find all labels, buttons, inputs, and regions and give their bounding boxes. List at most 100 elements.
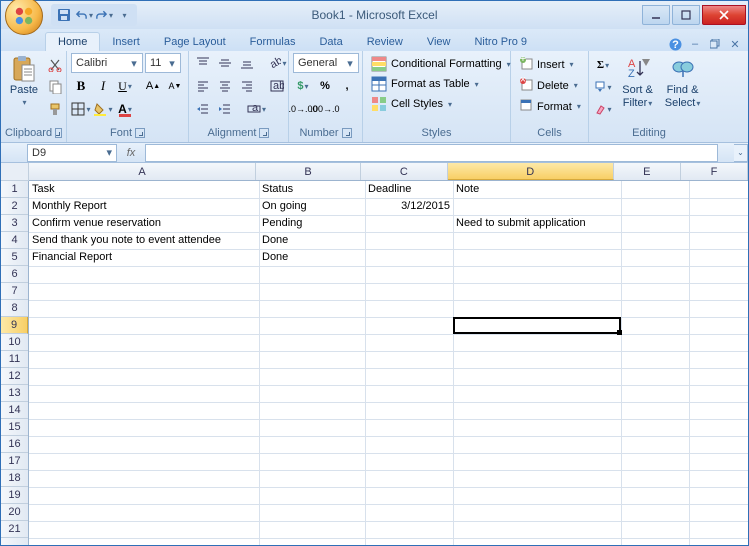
row-header-4[interactable]: 4 xyxy=(1,232,28,249)
row-header-19[interactable]: 19 xyxy=(1,487,28,504)
row-header-9[interactable]: 9 xyxy=(1,317,28,334)
row-header-1[interactable]: 1 xyxy=(1,181,28,198)
row-header-17[interactable]: 17 xyxy=(1,453,28,470)
cut-button[interactable] xyxy=(45,55,65,75)
cell[interactable]: Done xyxy=(259,249,365,266)
col-header-f[interactable]: F xyxy=(681,163,748,180)
cell[interactable]: Confirm venue reservation xyxy=(29,215,259,232)
font-size-combo[interactable]: 11▾ xyxy=(145,53,181,73)
align-bottom-button[interactable] xyxy=(237,53,257,73)
cell[interactable]: Deadline xyxy=(365,181,453,198)
cell[interactable]: Financial Report xyxy=(29,249,259,266)
paste-button[interactable]: Paste▾ xyxy=(5,53,43,119)
tab-review[interactable]: Review xyxy=(355,33,415,51)
row-header-20[interactable]: 20 xyxy=(1,504,28,521)
ribbon-minimize-button[interactable]: – xyxy=(688,37,702,51)
cell[interactable]: On going xyxy=(259,198,365,215)
font-name-combo[interactable]: Calibri▾ xyxy=(71,53,143,73)
fill-color-button[interactable]: ▾ xyxy=(93,99,113,119)
tab-insert[interactable]: Insert xyxy=(100,33,152,51)
fx-label[interactable]: fx xyxy=(123,147,139,159)
cell-styles-button[interactable]: Cell Styles▾ xyxy=(367,95,515,113)
percent-format-button[interactable]: % xyxy=(315,76,335,96)
row-header-2[interactable]: 2 xyxy=(1,198,28,215)
cell[interactable]: Status xyxy=(259,181,365,198)
font-color-button[interactable]: A▾ xyxy=(115,99,135,119)
clipboard-launcher[interactable] xyxy=(55,128,62,138)
undo-button[interactable]: ▾ xyxy=(75,6,93,24)
row-header-8[interactable]: 8 xyxy=(1,300,28,317)
qat-customize[interactable]: ▾ xyxy=(115,6,133,24)
tab-view[interactable]: View xyxy=(415,33,463,51)
cell[interactable]: Send thank you note to event attendee xyxy=(29,232,259,249)
format-painter-button[interactable] xyxy=(45,99,65,119)
sort-filter-button[interactable]: AZ Sort & Filter▾ xyxy=(617,53,658,119)
font-launcher[interactable] xyxy=(135,128,145,138)
save-button[interactable] xyxy=(55,6,73,24)
format-as-table-button[interactable]: Format as Table▾ xyxy=(367,75,515,93)
cell[interactable]: Done xyxy=(259,232,365,249)
tab-nitro[interactable]: Nitro Pro 9 xyxy=(462,33,539,51)
decrease-decimal-button[interactable]: .00→.0 xyxy=(315,99,335,119)
align-right-button[interactable] xyxy=(237,76,257,96)
row-header-16[interactable]: 16 xyxy=(1,436,28,453)
alignment-launcher[interactable] xyxy=(259,128,269,138)
row-header-15[interactable]: 15 xyxy=(1,419,28,436)
wrap-text-button[interactable]: ab xyxy=(267,76,287,96)
clear-button[interactable]: ▾ xyxy=(593,99,613,119)
tab-page-layout[interactable]: Page Layout xyxy=(152,33,238,51)
row-header-14[interactable]: 14 xyxy=(1,402,28,419)
help-button[interactable]: ? xyxy=(668,37,682,51)
delete-cells-button[interactable]: ×Delete▾ xyxy=(515,76,585,95)
row-header-12[interactable]: 12 xyxy=(1,368,28,385)
fill-button[interactable]: ▾ xyxy=(593,77,613,97)
cell-grid[interactable]: TaskStatusDeadlineNote Monthly ReportOn g… xyxy=(29,181,748,545)
col-header-d[interactable]: D xyxy=(448,163,614,180)
increase-indent-button[interactable] xyxy=(215,99,235,119)
comma-format-button[interactable]: , xyxy=(337,76,357,96)
redo-button[interactable]: ▾ xyxy=(95,6,113,24)
cell[interactable]: Need to submit application xyxy=(453,215,621,232)
row-header-7[interactable]: 7 xyxy=(1,283,28,300)
align-center-button[interactable] xyxy=(215,76,235,96)
italic-button[interactable]: I xyxy=(93,76,113,96)
cell[interactable]: Task xyxy=(29,181,259,198)
row-header-5[interactable]: 5 xyxy=(1,249,28,266)
align-middle-button[interactable] xyxy=(215,53,235,73)
find-select-button[interactable]: Find & Select▾ xyxy=(660,53,705,119)
shrink-font-button[interactable]: A▼ xyxy=(165,76,185,96)
formula-bar[interactable] xyxy=(145,144,718,162)
col-header-b[interactable]: B xyxy=(256,163,361,180)
row-header-11[interactable]: 11 xyxy=(1,351,28,368)
align-left-button[interactable] xyxy=(193,76,213,96)
accounting-format-button[interactable]: $▾ xyxy=(293,76,313,96)
select-all-corner[interactable] xyxy=(1,163,29,181)
grow-font-button[interactable]: A▲ xyxy=(143,76,163,96)
cell[interactable]: Monthly Report xyxy=(29,198,259,215)
autosum-button[interactable]: Σ▾ xyxy=(593,55,613,75)
align-top-button[interactable] xyxy=(193,53,213,73)
tab-formulas[interactable]: Formulas xyxy=(238,33,308,51)
col-header-a[interactable]: A xyxy=(29,163,256,180)
row-header-13[interactable]: 13 xyxy=(1,385,28,402)
format-cells-button[interactable]: Format▾ xyxy=(515,97,585,116)
row-header-21[interactable]: 21 xyxy=(1,521,28,538)
cell[interactable]: 3/12/2015 xyxy=(365,198,453,215)
minimize-button[interactable] xyxy=(642,5,670,25)
decrease-indent-button[interactable] xyxy=(193,99,213,119)
cell[interactable]: Pending xyxy=(259,215,365,232)
number-format-combo[interactable]: General▾ xyxy=(293,53,359,73)
bold-button[interactable]: B xyxy=(71,76,91,96)
maximize-button[interactable] xyxy=(672,5,700,25)
tab-data[interactable]: Data xyxy=(307,33,354,51)
name-box[interactable]: D9▾ xyxy=(27,144,117,162)
merge-center-button[interactable]: a▾ xyxy=(245,99,268,119)
cell[interactable]: Note xyxy=(453,181,621,198)
copy-button[interactable] xyxy=(45,77,65,97)
orientation-button[interactable]: ab▾ xyxy=(267,53,287,73)
formula-bar-expand[interactable]: ⌄ xyxy=(734,144,748,162)
workbook-close-button[interactable]: ✕ xyxy=(728,37,742,51)
close-button[interactable] xyxy=(702,5,746,25)
col-header-c[interactable]: C xyxy=(361,163,448,180)
col-header-e[interactable]: E xyxy=(614,163,681,180)
